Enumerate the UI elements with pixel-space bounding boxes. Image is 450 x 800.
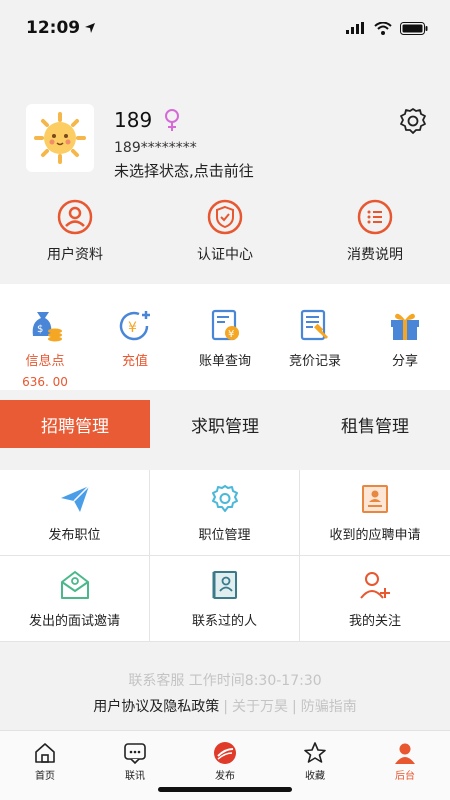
bid-record-button[interactable]: 竞价记录 [270,284,360,390]
job-management-label: 职位管理 [198,528,251,543]
recharge-button[interactable]: ¥ 充值 [90,284,180,390]
signal-icon [346,22,364,34]
share-label: 分享 [391,354,418,369]
profile-phone: 189******** [114,140,197,156]
status-bar: 12:09 [0,0,450,56]
link-separator: | [292,699,297,715]
info-points-label: 信息点 [25,354,65,369]
sent-invitations-label: 发出的面试邀请 [28,614,120,629]
link-separator: | [223,699,228,715]
location-arrow-icon [85,23,96,33]
contacted-people-button[interactable]: 联系过的人 [150,556,300,642]
sent-invitations-button[interactable]: 发出的面试邀请 [0,556,150,642]
bill-query-button[interactable]: ¥ 账单查询 [180,284,270,390]
consumption-info-button[interactable]: 消费说明 [300,198,450,278]
tabbar-home-label: 首页 [35,771,55,782]
my-follows-button[interactable]: 我的关注 [300,556,450,642]
tabbar-messages-label: 联讯 [125,771,145,782]
tabbar-home[interactable]: 首页 [0,731,90,800]
job-management-button[interactable]: 职位管理 [150,470,300,556]
account-menu: 用户资料 认证中心 消费说明 [0,198,450,278]
post-job-label: 发布职位 [48,528,101,543]
svg-text:¥: ¥ [228,329,234,340]
publish-icon [214,742,236,764]
user-profile-icon [57,199,93,235]
shield-check-icon [207,199,243,235]
contacted-people-label: 联系过的人 [191,614,257,629]
person-add-icon [360,572,390,599]
wifi-icon [374,21,392,35]
battery-icon [400,21,428,35]
recharge-icon: ¥ [119,311,150,341]
anti-fraud-link[interactable]: 防骗指南 [301,699,357,715]
gift-icon [391,313,419,340]
tab-job-seeking[interactable]: 求职管理 [150,400,300,448]
home-indicator [158,787,292,792]
list-doc-icon [357,199,393,235]
status-time: 12:09 [26,18,81,38]
invite-icon [60,571,89,599]
services-panel: $ 信息点 636. 00 ¥ 充值 ¥ 账单查询 竞价记录 分享 [0,284,450,390]
info-points-button[interactable]: $ 信息点 636. 00 [0,284,90,390]
certification-center-button[interactable]: 认证中心 [150,198,300,278]
star-icon [304,742,326,763]
tabbar-backend-label: 后台 [395,771,415,782]
recharge-label: 充值 [121,354,148,369]
female-icon [165,109,179,131]
tabbar-publish-label: 发布 [215,771,235,782]
contacts-book-icon [212,571,237,599]
post-job-button[interactable]: 发布职位 [0,470,150,556]
bid-record-label: 竞价记录 [288,354,341,369]
avatar[interactable] [26,104,94,172]
customer-service-line[interactable]: 联系客服 工作时间8:30-17:30 [0,670,450,690]
sun-avatar-icon [34,112,86,164]
settings-gear-icon[interactable] [398,106,428,136]
my-follows-label: 我的关注 [348,614,401,629]
privacy-policy-link[interactable]: 用户协议及隐私政策 [93,699,219,715]
user-profile-label: 用户资料 [47,247,103,263]
gear-icon [211,485,238,512]
svg-text:$: $ [37,324,43,335]
svg-text:¥: ¥ [128,320,137,336]
person-icon [395,743,415,764]
paper-plane-icon [60,485,90,512]
tabbar-backend[interactable]: 后台 [360,731,450,800]
profile-name: 189 [114,108,153,132]
recruitment-grid: 发布职位 职位管理 收到的应聘申请 发出的面试邀请 联系过的人 我的关注 [0,470,450,642]
user-profile-button[interactable]: 用户资料 [0,198,150,278]
tabbar-favorites-label: 收藏 [305,771,325,782]
bid-record-icon [300,309,329,341]
share-button[interactable]: 分享 [360,284,450,390]
management-tabs: 招聘管理 求职管理 租售管理 [0,400,450,448]
certification-center-label: 认证中心 [197,247,253,263]
info-points-value: 636. 00 [22,375,68,389]
about-link[interactable]: 关于万昊 [232,699,288,715]
received-applications-label: 收到的应聘申请 [329,528,421,543]
resume-icon [362,485,388,513]
money-bag-icon: $ [32,312,62,342]
chat-icon [124,743,146,765]
bill-query-label: 账单查询 [198,354,251,369]
profile-header[interactable]: 189 189******** 未选择状态,点击前往 [26,104,428,180]
footer-links: 用户协议及隐私政策 | 关于万昊 | 防骗指南 [0,696,450,716]
bill-icon: ¥ [211,309,239,341]
received-applications-button[interactable]: 收到的应聘申请 [300,470,450,556]
tab-recruitment[interactable]: 招聘管理 [0,400,150,448]
consumption-info-label: 消费说明 [347,247,403,263]
tab-rental-sales[interactable]: 租售管理 [300,400,450,448]
profile-status-link[interactable]: 未选择状态,点击前往 [114,160,254,181]
home-icon [35,743,55,763]
